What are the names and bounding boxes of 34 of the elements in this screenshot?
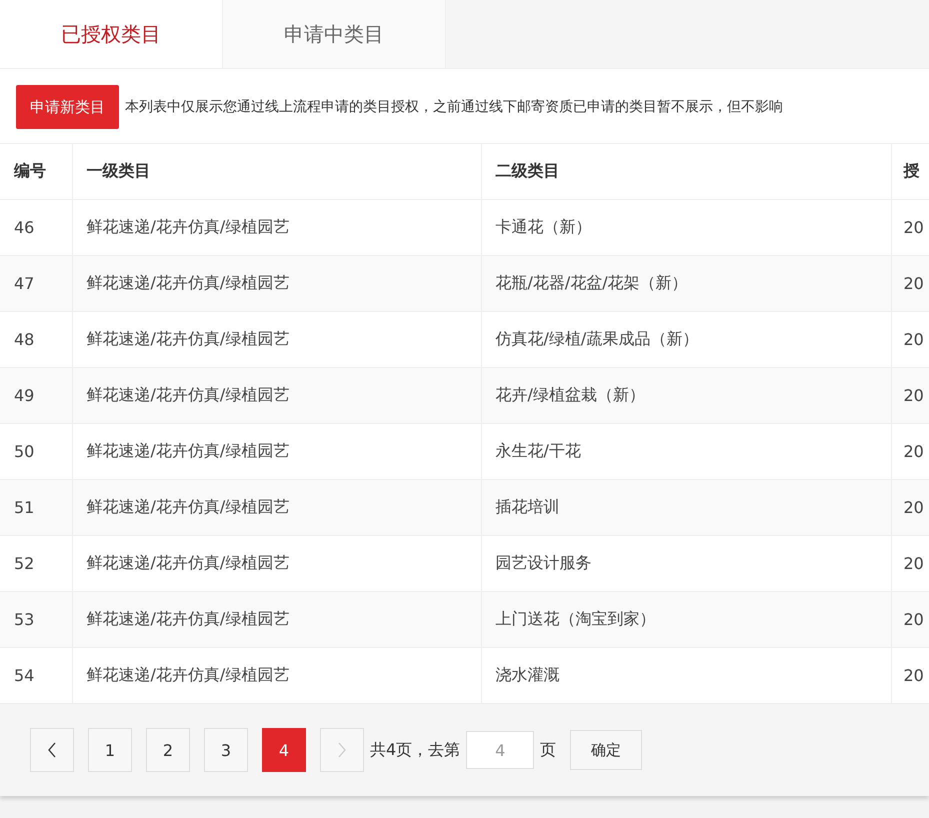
page-button[interactable]: 2	[146, 728, 190, 772]
column-header: 二级类目	[481, 144, 891, 200]
page-button[interactable]: 1	[88, 728, 132, 772]
chevron-left-icon	[47, 742, 57, 758]
table-cell: 20	[891, 592, 929, 648]
page-button[interactable]: 4	[262, 728, 306, 772]
table-cell: 鲜花速递/花卉仿真/绿植园艺	[72, 368, 481, 424]
table-cell: 49	[0, 368, 72, 424]
tab[interactable]: 申请中类目	[223, 0, 446, 68]
table-cell: 20	[891, 256, 929, 312]
table-cell: 鲜花速递/花卉仿真/绿植园艺	[72, 256, 481, 312]
table-cell: 51	[0, 480, 72, 536]
table-cell: 插花培训	[481, 480, 891, 536]
page-button[interactable]: 3	[204, 728, 248, 772]
table-cell: 鲜花速递/花卉仿真/绿植园艺	[72, 480, 481, 536]
column-header: 授	[891, 144, 929, 200]
table-cell: 47	[0, 256, 72, 312]
previous-page-button[interactable]	[30, 728, 74, 772]
page-suffix-text: 页	[540, 740, 556, 760]
page-total-text: 共4页，去第	[370, 740, 460, 760]
table-cell: 鲜花速递/花卉仿真/绿植园艺	[72, 592, 481, 648]
notice-text: 本列表中仅展示您通过线上流程申请的类目授权，之前通过线下邮寄资质已申请的类目暂不展示，但不影响	[125, 98, 783, 116]
column-header: 编号	[0, 144, 72, 200]
table-cell: 53	[0, 592, 72, 648]
apply-button[interactable]: 申请新类目	[16, 85, 119, 129]
chevron-right-icon	[337, 742, 347, 758]
table-cell: 花瓶/花器/花盆/花架（新）	[481, 256, 891, 312]
table-cell: 20	[891, 480, 929, 536]
tab[interactable]: 已授权类目	[0, 0, 223, 68]
table-cell: 花卉/绿植盆栽（新）	[481, 368, 891, 424]
table-cell: 上门送花（淘宝到家）	[481, 592, 891, 648]
table-cell: 20	[891, 368, 929, 424]
column-header: 一级类目	[72, 144, 481, 200]
confirm-button[interactable]: 确定	[570, 730, 642, 770]
